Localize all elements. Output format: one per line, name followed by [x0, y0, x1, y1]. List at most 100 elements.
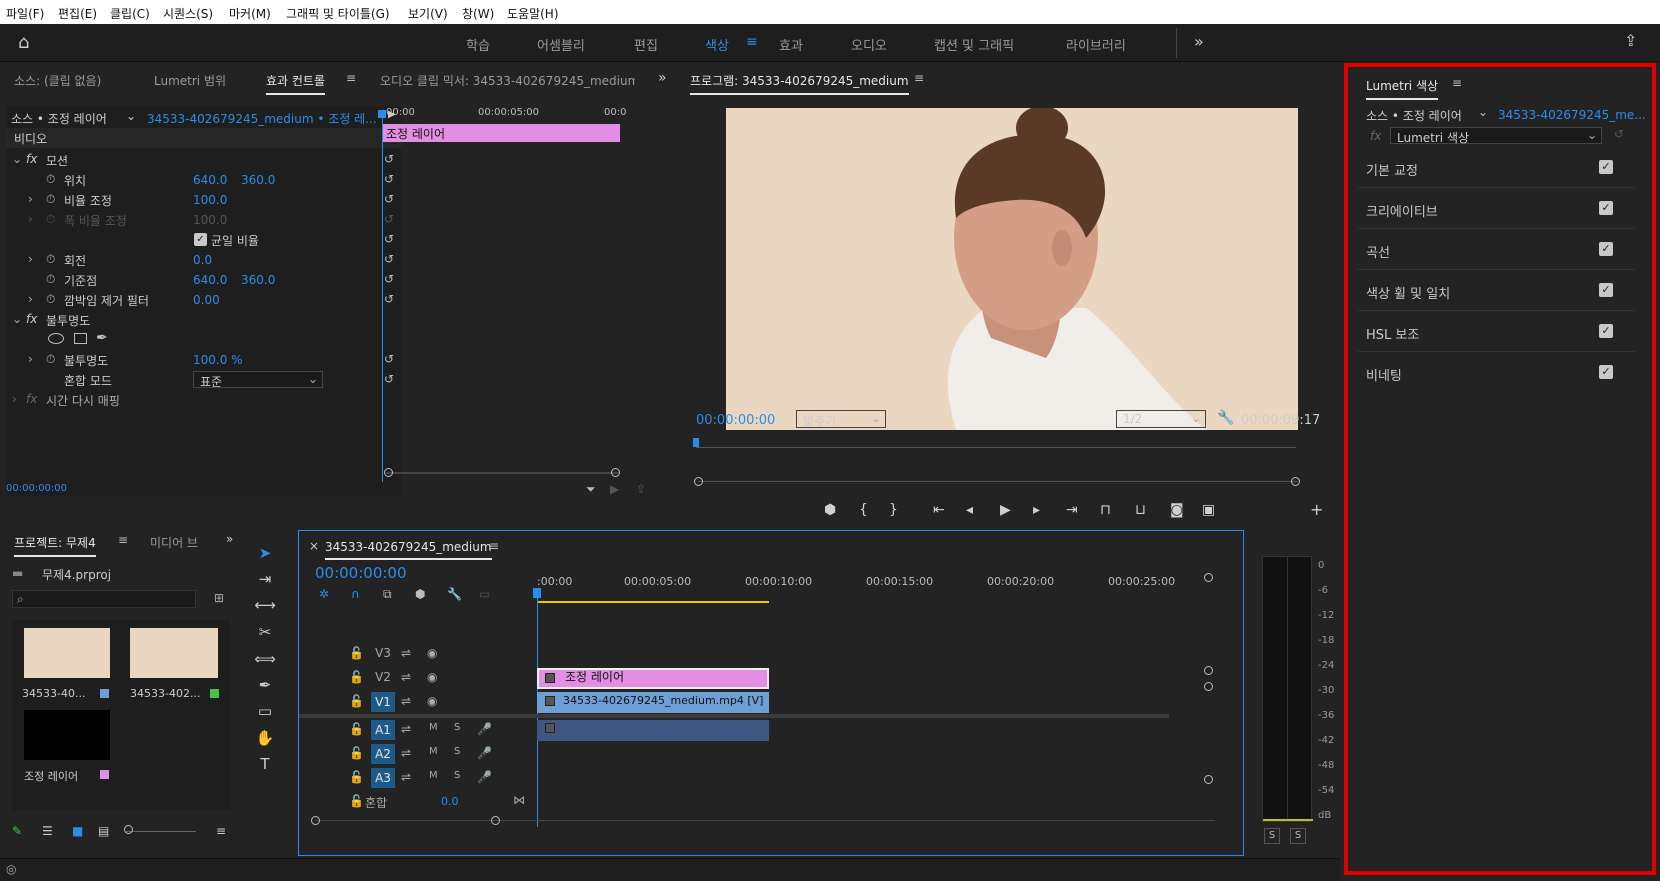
home-icon[interactable]: ⌂: [18, 32, 29, 53]
scroll-handle-left[interactable]: [311, 816, 320, 825]
sync-lock-icon[interactable]: ⇌: [401, 694, 411, 708]
settings-wrench-icon[interactable]: 🔧: [447, 587, 462, 601]
chevron-right-icon[interactable]: ›: [28, 192, 33, 206]
track-select-icon[interactable]: ⇥: [254, 570, 276, 592]
scale-value[interactable]: 100.0: [193, 193, 227, 207]
effect-timecode[interactable]: 00:00:00:00: [6, 483, 67, 494]
razor-icon[interactable]: ✂: [254, 623, 276, 645]
lumetri-title[interactable]: Lumetri 색상: [1366, 77, 1439, 100]
zoom-slider[interactable]: [126, 831, 196, 832]
h-scrollbar[interactable]: [311, 816, 1215, 825]
v-scroll-handle[interactable]: [1204, 682, 1213, 691]
meter-solo-button[interactable]: S: [1264, 828, 1280, 844]
ellipse-mask-icon[interactable]: [48, 333, 64, 344]
adjustment-layer-clip[interactable]: 조정 레이어: [382, 124, 620, 142]
pen-icon[interactable]: ✒: [254, 676, 276, 698]
track-label[interactable]: V1: [371, 692, 395, 712]
scroll-handle-right[interactable]: [491, 816, 500, 825]
program-scrollbar[interactable]: [694, 477, 1300, 486]
lock-icon[interactable]: 🔓: [349, 770, 364, 784]
meter-solo-button[interactable]: S: [1290, 828, 1306, 844]
eye-icon[interactable]: ◉: [427, 646, 437, 660]
more-workspaces-icon[interactable]: »: [1194, 32, 1204, 51]
mic-icon[interactable]: 🎤: [477, 722, 492, 736]
sync-lock-icon[interactable]: ⇌: [401, 646, 411, 660]
camera-icon[interactable]: ◙: [1170, 502, 1184, 518]
menu-file[interactable]: 파일(F): [6, 5, 44, 22]
flicker-value[interactable]: 0.00: [193, 293, 220, 307]
tab-media-browser[interactable]: 미디어 브: [150, 534, 208, 551]
v-scroll-handle[interactable]: [1204, 666, 1213, 675]
extract-icon[interactable]: ⊔: [1135, 502, 1146, 518]
fx-icon[interactable]: fx: [26, 312, 37, 326]
fit-dropdown[interactable]: 맞추기 ⌄: [796, 410, 886, 428]
track-label[interactable]: A3: [371, 768, 395, 788]
solo-button[interactable]: S: [454, 770, 460, 781]
captions-icon[interactable]: ▭: [479, 587, 490, 601]
ws-menu-icon[interactable]: ≡: [746, 34, 758, 50]
hand-icon[interactable]: ✋: [254, 729, 276, 751]
sort-icon[interactable]: ≡: [216, 824, 226, 838]
menu-edit[interactable]: 편집(E): [58, 5, 97, 22]
track-label[interactable]: A1: [371, 720, 395, 740]
rectangle-mask-icon[interactable]: [74, 333, 87, 344]
scroll-handle-left[interactable]: [694, 477, 703, 486]
lumetri-effect-dropdown[interactable]: Lumetri 색상 ⌄: [1390, 127, 1602, 145]
sync-lock-icon[interactable]: ⇌: [401, 746, 411, 760]
tab-source[interactable]: 소스: (클립 없음): [14, 72, 101, 89]
eye-icon[interactable]: ◉: [427, 694, 437, 708]
comparison-view-icon[interactable]: ▣: [1202, 502, 1215, 518]
label-color-swatch[interactable]: [100, 770, 109, 779]
creative-cloud-icon[interactable]: ◎: [6, 862, 16, 876]
effect-mini-timeline[interactable]: 00:00 00:00:05:00 00:0 조정 레이어: [378, 106, 626, 486]
fx-icon[interactable]: fx: [26, 152, 37, 166]
project-item-thumbnail[interactable]: [24, 628, 110, 678]
zoom-slider-handle[interactable]: [124, 825, 133, 834]
tab-audio-mixer[interactable]: 오디오 클립 믹서: 34533-402679245_medium: [380, 72, 635, 89]
lock-icon[interactable]: 🔓: [349, 746, 364, 760]
playhead[interactable]: [382, 112, 383, 482]
scroll-handle-right[interactable]: [611, 468, 620, 477]
ws-captions[interactable]: 캡션 및 그래픽: [934, 35, 1014, 54]
section-checkbox[interactable]: ✓: [1599, 324, 1613, 338]
stopwatch-icon[interactable]: ⏱: [46, 352, 55, 367]
selection-tool-icon[interactable]: ➤: [254, 544, 276, 566]
pencil-icon[interactable]: ✎: [12, 824, 22, 838]
mini-scrollbar[interactable]: [384, 468, 620, 477]
export-icon[interactable]: ⇪: [636, 482, 646, 496]
mix-value[interactable]: 0.0: [441, 795, 459, 808]
menu-view[interactable]: 보기(V): [408, 5, 448, 22]
stopwatch-icon[interactable]: ⏱: [46, 172, 55, 187]
menu-sequence[interactable]: 시퀀스(S): [163, 5, 213, 22]
play-icon[interactable]: ▶: [1000, 502, 1011, 518]
section-hsl-secondary[interactable]: HSL 보조 ✓: [1358, 311, 1635, 352]
ws-audio[interactable]: 오디오: [851, 35, 887, 54]
source-clip-link[interactable]: 34533-402679245_medium • 조정 레...: [147, 110, 377, 127]
search-input[interactable]: ⌕: [12, 590, 196, 608]
type-icon[interactable]: T: [254, 755, 276, 777]
program-timecode[interactable]: 00:00:00:00: [696, 413, 775, 428]
pen-mask-icon[interactable]: ✒: [96, 330, 108, 346]
snap-icon[interactable]: ✲: [319, 587, 329, 601]
section-creative[interactable]: 크리에이티브 ✓: [1358, 188, 1635, 229]
rotation-value[interactable]: 0.0: [193, 253, 212, 267]
add-button-icon[interactable]: +: [1310, 500, 1323, 519]
position-y-value[interactable]: 360.0: [241, 173, 275, 187]
wrench-icon[interactable]: 🔧: [1217, 410, 1234, 426]
menu-window[interactable]: 창(W): [462, 5, 494, 22]
panel-overflow-icon[interactable]: »: [658, 70, 667, 86]
step-forward-icon[interactable]: ▸: [1033, 502, 1040, 518]
sync-lock-icon[interactable]: ⇌: [401, 770, 411, 784]
fx-icon[interactable]: fx: [1370, 129, 1381, 143]
close-icon[interactable]: ×: [309, 539, 319, 553]
section-checkbox[interactable]: ✓: [1599, 365, 1613, 379]
menu-help[interactable]: 도움말(H): [507, 5, 559, 22]
solo-button[interactable]: S: [454, 746, 460, 757]
play-audio-icon[interactable]: ▶: [610, 482, 619, 496]
panel-menu-icon[interactable]: ≡: [914, 71, 924, 85]
lumetri-clip-link[interactable]: 34533-402679245_me...: [1498, 108, 1646, 122]
section-checkbox[interactable]: ✓: [1599, 242, 1613, 256]
ws-learn[interactable]: 학습: [466, 35, 490, 54]
new-bin-icon[interactable]: ⊞: [214, 591, 224, 605]
work-area-bar[interactable]: [537, 601, 769, 603]
